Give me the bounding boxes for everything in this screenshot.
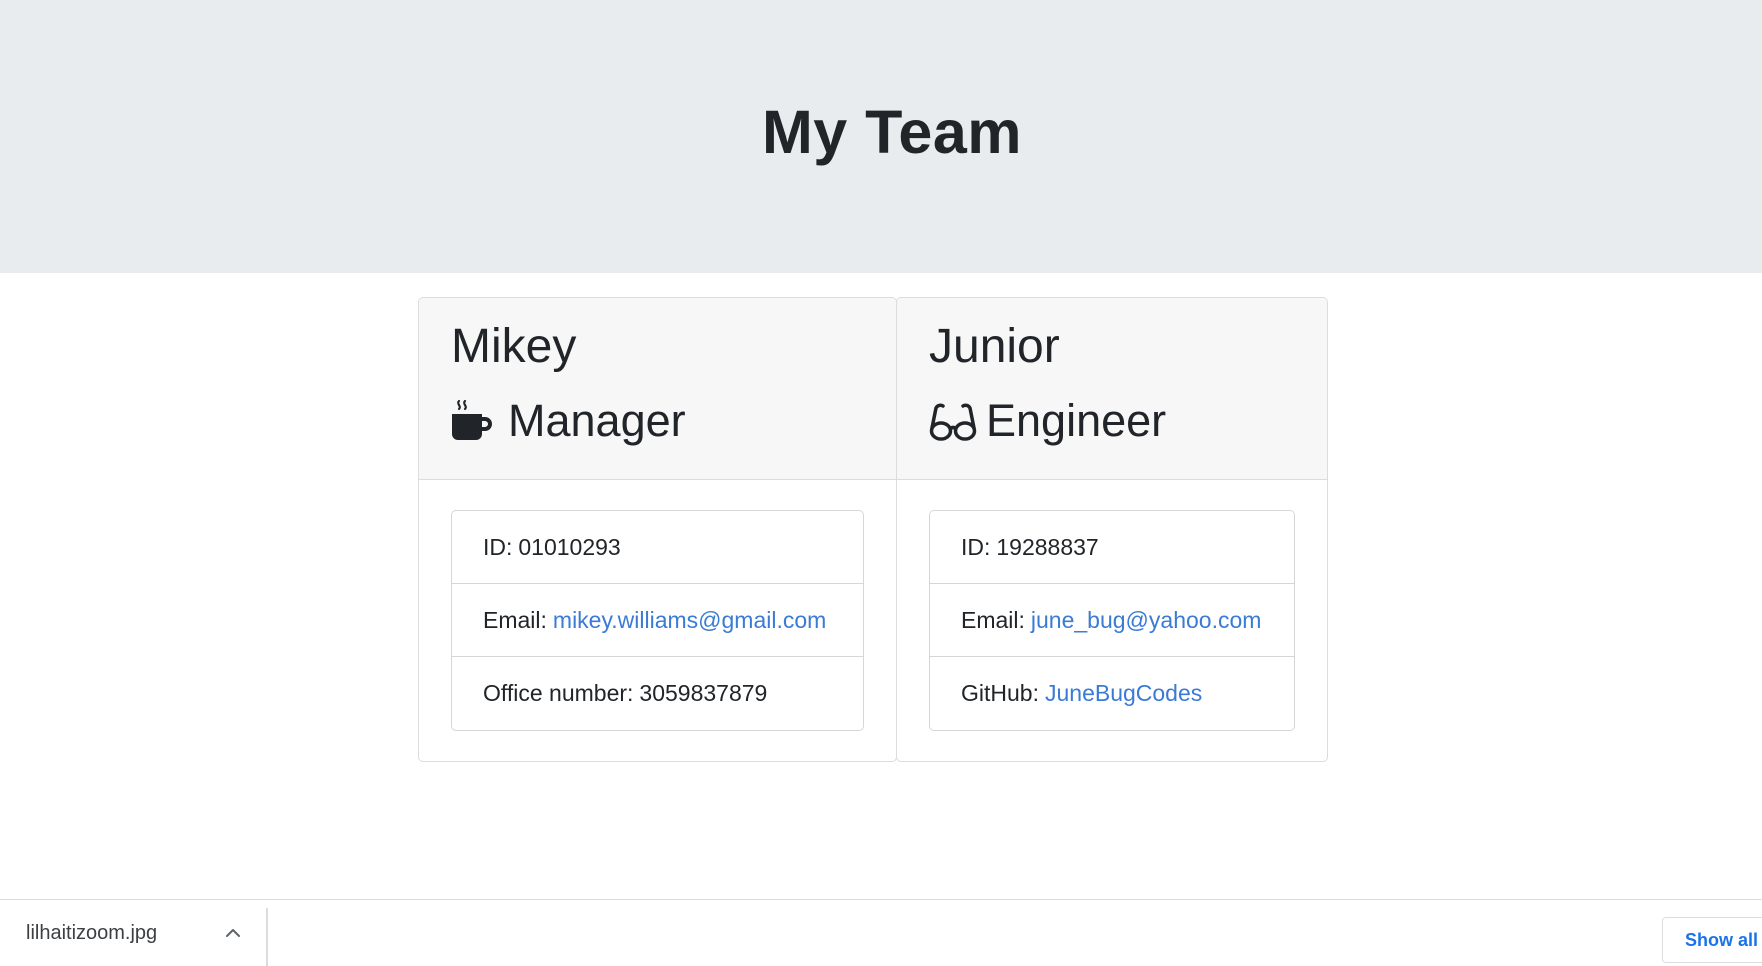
email-link[interactable]: june_bug@yahoo.com [1031, 607, 1262, 634]
role-label: Manager [508, 395, 686, 446]
email-label: Email: [961, 606, 1025, 633]
id-label: ID: [483, 533, 513, 560]
office-number-label: Office number: [483, 680, 634, 706]
role-label: Engineer [986, 395, 1167, 446]
office-number-value: 3059837879 [639, 680, 768, 706]
glasses-icon [928, 398, 977, 444]
card-header: Junior Engineer [897, 298, 1327, 480]
github-label: GitHub: [961, 680, 1039, 706]
employee-email: Email: june_bug@yahoo.com [930, 584, 1294, 657]
employee-card-manager: Mikey Manager ID: 01010293 Email: mikey.… [418, 297, 897, 762]
email-label: Email: [483, 606, 547, 633]
employee-name: Junior [929, 320, 1060, 373]
employee-email: Email: mikey.williams@gmail.com [452, 584, 863, 657]
coffee-mug-icon [450, 398, 496, 444]
download-filename: lilhaitizoom.jpg [26, 921, 158, 944]
download-bar: lilhaitizoom.jpg Show all [0, 899, 1762, 966]
email-link[interactable]: mikey.williams@gmail.com [553, 607, 826, 634]
employee-office-number: Office number: 3059837879 [452, 657, 863, 730]
id-value: 19288837 [996, 533, 1099, 560]
employee-details-list: ID: 19288837 Email: june_bug@yahoo.com G… [929, 510, 1295, 731]
github-link[interactable]: JuneBugCodes [1045, 680, 1202, 707]
download-item[interactable]: lilhaitizoom.jpg [26, 900, 157, 966]
show-all-button[interactable]: Show all [1662, 917, 1762, 963]
id-label: ID: [961, 533, 991, 560]
employee-id: ID: 01010293 [452, 511, 863, 584]
employee-github: GitHub: JuneBugCodes [930, 657, 1294, 730]
page-title: My Team [761, 97, 1022, 166]
employee-id: ID: 19288837 [930, 511, 1294, 584]
employee-name: Mikey [451, 320, 577, 373]
employee-card-engineer: Junior Engineer ID: 19288837 Email: june… [896, 297, 1328, 762]
card-header: Mikey Manager [419, 298, 896, 480]
chevron-up-icon[interactable] [222, 922, 244, 944]
employee-details-list: ID: 01010293 Email: mikey.williams@gmail… [451, 510, 864, 731]
id-value: 01010293 [518, 533, 621, 560]
employee-role: Manager [450, 394, 686, 448]
download-divider [266, 908, 268, 966]
header-jumbotron: My Team [0, 0, 1762, 273]
employee-role: Engineer [928, 394, 1166, 448]
